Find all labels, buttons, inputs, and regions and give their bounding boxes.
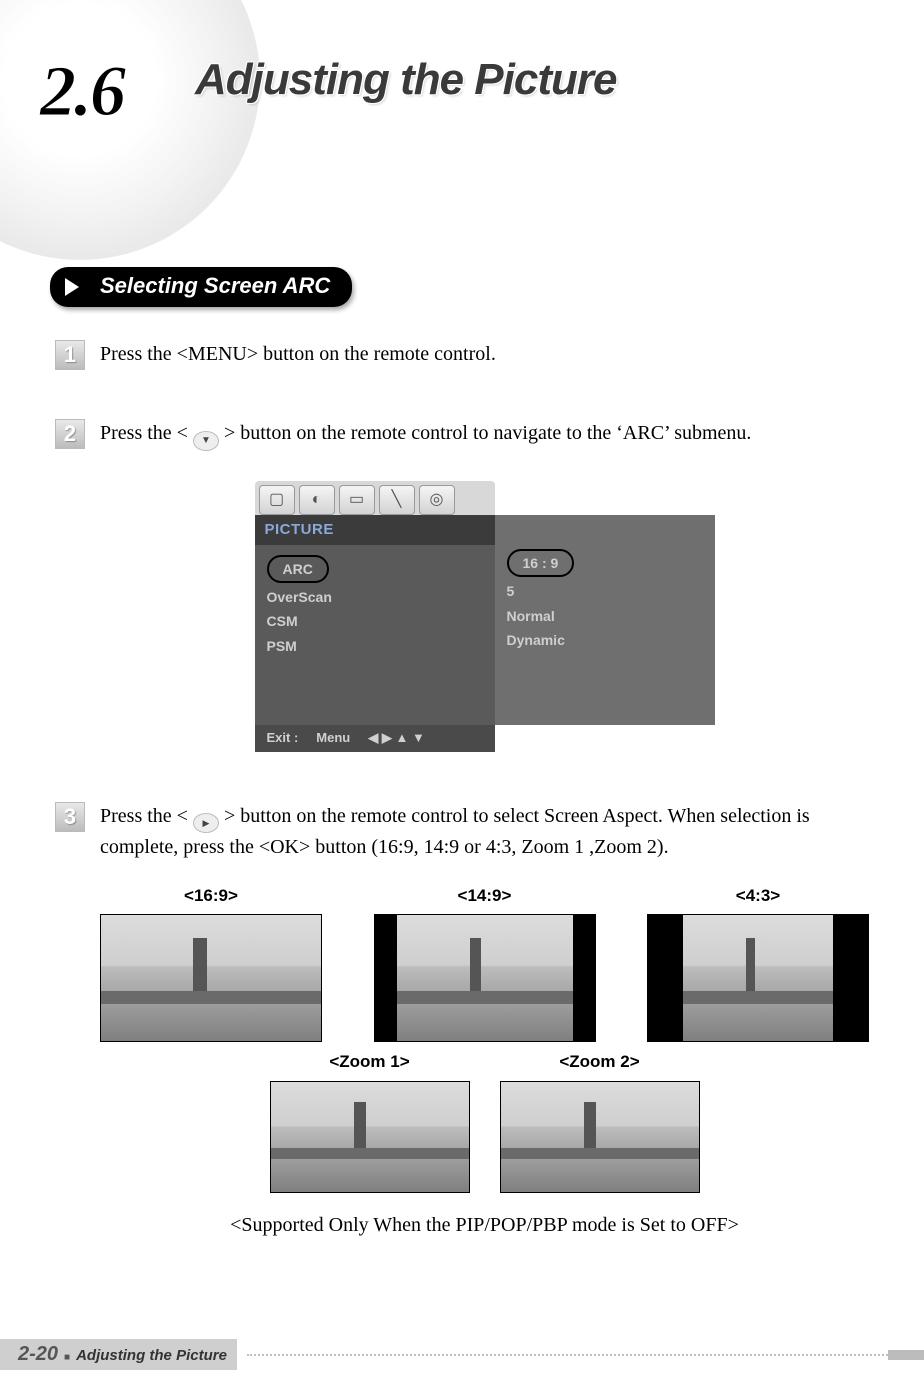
aspect-16-9-label: <16:9> [100, 884, 322, 909]
osd-tab-bar: ▢ ◐ ▭ ╲ ◎ [255, 481, 495, 515]
step-number-3: 3 [55, 802, 85, 832]
channel-down-icon [193, 431, 219, 451]
aspect-16-9: <16:9> [100, 884, 322, 1043]
step-2: 2 Press the < > button on the remote con… [55, 419, 869, 752]
step-2-text-b: > button on the remote control to naviga… [224, 422, 751, 444]
step-3-text-a: Press the < [100, 805, 193, 827]
subheading-selecting-screen-arc: Selecting Screen ARC [50, 267, 352, 307]
osd-tab-channel-icon: ◎ [419, 485, 455, 515]
osd-tab-sound-icon: ◐ [299, 485, 335, 515]
aspect-zoom1-preview [270, 1081, 470, 1193]
osd-tab-screen-icon: ▭ [339, 485, 375, 515]
osd-footer-arrows: ◀ ▶ ▲ ▼ [368, 729, 425, 748]
osd-item-overscan: OverScan [267, 585, 483, 609]
osd-footer-exit: Exit : [267, 729, 299, 748]
step-number-2: 2 [55, 419, 85, 449]
step-2-text-a: Press the < [100, 422, 193, 444]
volume-right-icon [193, 813, 219, 833]
aspect-14-9: <14:9> [374, 884, 596, 1043]
aspect-zoom2-label: <Zoom 2> [500, 1050, 700, 1075]
aspect-row-2: <Zoom 1> <Zoom 2> [100, 1050, 869, 1193]
footer-bullet-icon: ■ [64, 1352, 70, 1363]
osd-footer-menu: Menu [316, 729, 350, 748]
osd-value-arc: 16 : 9 [507, 549, 575, 577]
osd-menu: ▢ ◐ ▭ ╲ ◎ PICTURE ARC OverScan CSM PSM [255, 481, 715, 752]
osd-item-psm: PSM [267, 634, 483, 658]
support-note: <Supported Only When the PIP/POP/PBP mod… [100, 1211, 869, 1240]
footer-title: Adjusting the Picture [76, 1347, 227, 1364]
decorative-arc [0, 0, 260, 260]
osd-tab-picture-icon: ▢ [259, 485, 295, 515]
step-1: 1 Press the <MENU> button on the remote … [55, 340, 869, 369]
aspect-16-9-preview [100, 914, 322, 1042]
step-number-1: 1 [55, 340, 85, 370]
osd-item-csm: CSM [267, 609, 483, 633]
aspect-row-1: <16:9> <14:9> <4:3> [100, 884, 869, 1043]
aspect-14-9-preview [374, 914, 596, 1042]
page-title: Adjusting the Picture [195, 55, 616, 105]
aspect-4-3: <4:3> [647, 884, 869, 1043]
aspect-4-3-preview [647, 914, 869, 1042]
osd-value-csm: Normal [507, 604, 703, 628]
section-number: 2.6 [40, 50, 124, 133]
step-1-text: Press the <MENU> button on the remote co… [100, 343, 496, 365]
footer-endbar [888, 1350, 924, 1360]
footer-page-number: 2-20 [18, 1343, 58, 1366]
footer-dots [247, 1354, 888, 1356]
osd-value-overscan: 5 [507, 579, 703, 603]
step-3: 3 Press the < > button on the remote con… [55, 802, 869, 1240]
aspect-zoom2: <Zoom 2> [500, 1050, 700, 1193]
osd-right-spacer [495, 515, 715, 539]
aspect-zoom1-label: <Zoom 1> [270, 1050, 470, 1075]
aspect-zoom1: <Zoom 1> [270, 1050, 470, 1193]
page-footer: 2-20 ■ Adjusting the Picture [0, 1339, 924, 1370]
osd-heading: PICTURE [255, 515, 495, 545]
aspect-14-9-label: <14:9> [374, 884, 596, 909]
aspect-zoom2-preview [500, 1081, 700, 1193]
osd-footer: Exit : Menu ◀ ▶ ▲ ▼ [255, 725, 495, 752]
osd-tab-setup-icon: ╲ [379, 485, 415, 515]
aspect-4-3-label: <4:3> [647, 884, 869, 909]
osd-item-arc: ARC [267, 555, 329, 583]
osd-value-psm: Dynamic [507, 628, 703, 652]
